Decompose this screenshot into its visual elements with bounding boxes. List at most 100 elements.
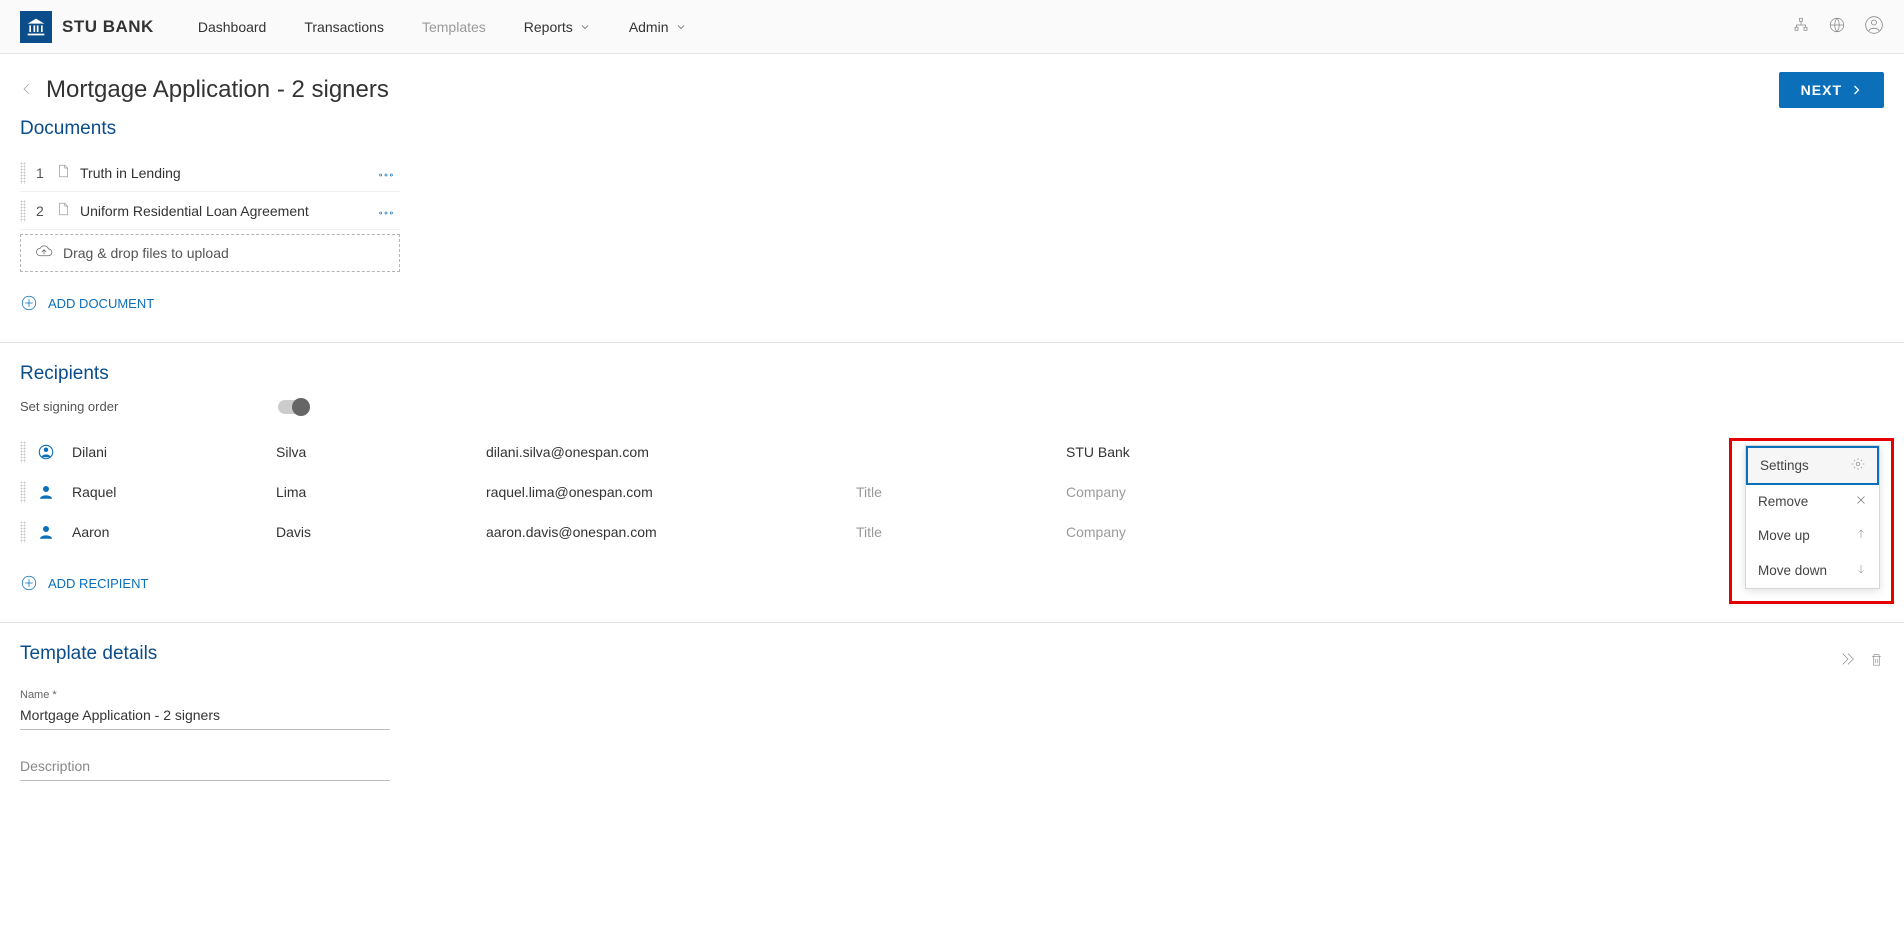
recipient-first-name[interactable]: Raquel [66,484,266,500]
topbar: STU BANK Dashboard Transactions Template… [0,0,1904,54]
brand[interactable]: STU BANK [20,11,154,43]
context-settings[interactable]: Settings [1746,446,1879,485]
document-row[interactable]: 1 Truth in Lending [20,154,400,192]
nav-reports[interactable]: Reports [510,11,605,43]
name-input[interactable] [20,701,390,730]
back-button[interactable] [20,80,34,101]
context-move-up[interactable]: Move up [1746,518,1879,553]
details-heading: Template details [20,643,157,665]
drag-handle-icon[interactable] [20,441,26,463]
gear-icon [1851,457,1865,474]
bank-icon [26,17,46,37]
drag-handle-icon[interactable] [20,162,26,184]
recipients-heading: Recipients [20,363,1884,385]
brand-name: STU BANK [62,17,154,37]
context-remove[interactable]: Remove [1746,485,1879,518]
chevron-right-icon [1850,84,1862,96]
recipient-email[interactable]: dilani.silva@onespan.com [486,444,846,460]
context-label: Settings [1760,458,1809,473]
recipient-email[interactable]: raquel.lima@onespan.com [486,484,846,500]
forward-icon[interactable] [1839,651,1857,671]
recipient-company[interactable]: STU Bank [1066,444,1846,460]
page-title: Mortgage Application - 2 signers [46,76,1779,104]
recipient-email[interactable]: aaron.davis@onespan.com [486,524,846,540]
nav-label: Templates [422,19,486,35]
page-icon [56,163,70,182]
recipient-last-name[interactable]: Davis [276,524,476,540]
recipient-company[interactable]: Company [1066,524,1846,540]
chevron-down-icon [675,21,687,33]
nav-label: Dashboard [198,19,267,35]
page-header: Mortgage Application - 2 signers NEXT [0,54,1904,118]
trash-icon[interactable] [1869,651,1884,671]
section-divider [0,622,1904,623]
add-recipient-button[interactable]: ADD RECIPIENT [20,574,1884,592]
context-label: Remove [1758,494,1808,509]
recipients-section: Recipients Set signing order Dilani Silv… [0,363,1904,612]
documents-heading: Documents [20,118,1884,140]
recipient-first-name[interactable]: Dilani [66,444,266,460]
topbar-icons [1792,15,1884,38]
add-document-button[interactable]: ADD DOCUMENT [20,294,1884,312]
page-icon [56,201,70,220]
description-field-group [20,752,390,781]
document-name: Uniform Residential Loan Agreement [80,203,362,219]
recipient-row: Raquel Lima raquel.lima@onespan.com Titl… [20,472,1884,512]
globe-icon[interactable] [1828,16,1846,37]
recipient-first-name[interactable]: Aaron [66,524,266,540]
nav-templates[interactable]: Templates [408,11,500,43]
more-menu-button[interactable] [372,163,400,183]
user-icon[interactable] [1864,15,1884,38]
document-list: 1 Truth in Lending 2 Uniform Residential… [20,154,400,272]
org-icon[interactable] [1792,16,1810,37]
details-action-icons [1839,651,1884,671]
add-recipient-label: ADD RECIPIENT [48,576,148,591]
template-details-section: Template details Name * [0,643,1904,821]
nav-dashboard[interactable]: Dashboard [184,11,281,43]
brand-logo [20,11,52,43]
recipient-company[interactable]: Company [1066,484,1846,500]
nav-label: Reports [524,19,573,35]
recipient-row: Dilani Silva dilani.silva@onespan.com ST… [20,432,1884,472]
context-move-down[interactable]: Move down [1746,553,1879,588]
drag-handle-icon[interactable] [20,521,26,543]
description-input[interactable] [20,752,390,781]
plus-circle-icon [20,294,38,312]
signing-order-row: Set signing order [20,399,1884,414]
next-button[interactable]: NEXT [1779,72,1884,108]
recipient-title[interactable]: Title [856,484,1056,500]
drag-handle-icon[interactable] [20,481,26,503]
drop-zone[interactable]: Drag & drop files to upload [20,234,400,272]
document-row[interactable]: 2 Uniform Residential Loan Agreement [20,192,400,230]
sender-icon [36,442,56,462]
signer-icon [36,482,56,502]
next-label: NEXT [1801,82,1842,98]
cloud-upload-icon [35,245,53,262]
nav-items: Dashboard Transactions Templates Reports… [184,11,701,43]
recipient-last-name[interactable]: Lima [276,484,476,500]
signer-icon [36,522,56,542]
more-menu-button[interactable] [372,201,400,221]
plus-circle-icon [20,574,38,592]
signing-order-toggle[interactable] [278,400,308,414]
drag-handle-icon[interactable] [20,200,26,222]
context-label: Move up [1758,528,1810,543]
drop-label: Drag & drop files to upload [63,245,229,261]
chevron-down-icon [579,21,591,33]
close-icon [1855,494,1867,509]
recipient-title[interactable]: Title [856,524,1056,540]
nav-label: Transactions [304,19,384,35]
documents-section: Documents 1 Truth in Lending 2 Uniform R… [0,118,1904,332]
section-divider [0,342,1904,343]
nav-label: Admin [629,19,669,35]
arrow-up-icon [1855,527,1867,544]
name-label: Name * [20,689,390,701]
arrow-down-icon [1855,562,1867,579]
document-number: 2 [36,203,46,219]
recipient-last-name[interactable]: Silva [276,444,476,460]
name-field-group: Name * [20,689,390,730]
nav-admin[interactable]: Admin [615,11,701,43]
nav-transactions[interactable]: Transactions [290,11,398,43]
recipient-context-menu: Settings Remove Move up Move down [1745,445,1880,589]
add-document-label: ADD DOCUMENT [48,296,154,311]
